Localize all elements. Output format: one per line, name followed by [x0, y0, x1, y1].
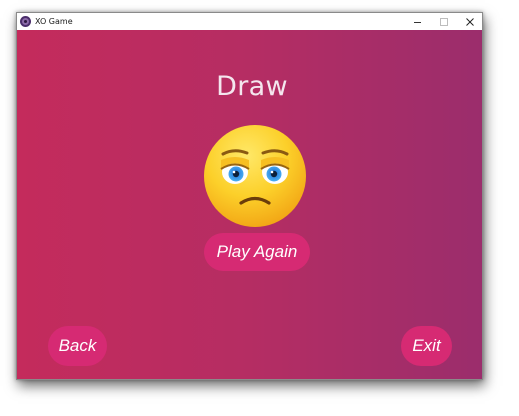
result-title: Draw [216, 71, 288, 102]
play-again-button[interactable]: Play Again [204, 233, 310, 271]
app-window: XO Game Draw Play Again Back Exit [16, 12, 483, 380]
maximize-icon [439, 17, 448, 26]
window-title: XO Game [35, 17, 73, 26]
maximize-button[interactable] [430, 13, 457, 30]
exit-button[interactable]: Exit [401, 326, 452, 366]
minimize-button[interactable] [404, 13, 431, 30]
close-button[interactable] [456, 13, 483, 30]
app-icon [20, 16, 31, 27]
game-screen: Draw Play Again Back Exit [17, 30, 482, 379]
back-button[interactable]: Back [48, 326, 107, 366]
tired-face-emoji [204, 125, 306, 227]
close-icon [465, 17, 474, 26]
title-bar[interactable]: XO Game [17, 13, 482, 30]
minimize-icon [414, 21, 421, 23]
